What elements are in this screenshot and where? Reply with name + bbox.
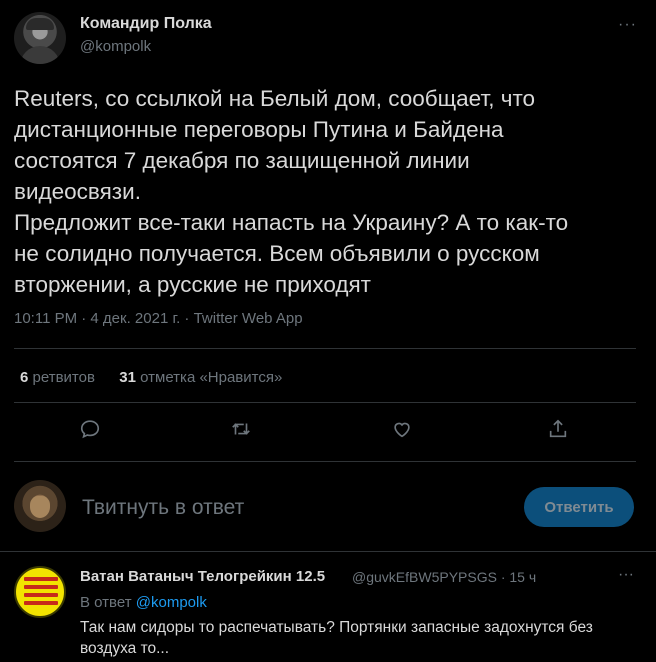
avatar-body-shape	[20, 46, 60, 64]
divider	[14, 348, 636, 349]
author-handle[interactable]: @kompolk	[80, 38, 151, 55]
reply-input[interactable]: Твитнуть в ответ	[82, 496, 244, 520]
avatar-cap-shape	[26, 18, 54, 30]
reply-text: Так нам сидоры то распечатывать? Портянк…	[80, 619, 593, 657]
more-options-icon[interactable]: ···	[618, 16, 637, 34]
tweet-text-line: дистанционные переговоры Путина и Байден…	[14, 117, 504, 142]
reply-author-avatar[interactable]	[14, 566, 66, 618]
more-options-icon[interactable]: ···	[618, 566, 634, 584]
replying-to-link[interactable]: @kompolk	[136, 594, 207, 611]
retweets-label[interactable]: ретвитов	[33, 369, 95, 386]
avatar-logo-lines	[24, 577, 58, 609]
divider	[14, 402, 636, 403]
tweet-text: Reuters, со ссылкой на Белый дом, сообща…	[14, 83, 644, 300]
reply-tweet[interactable]: Ватан Ватаныч Телогрейкин 12.5 @guvkEfBW…	[0, 552, 656, 662]
tweet-text-line: Предложит все-таки напасть на Украину? А…	[14, 210, 569, 235]
divider	[14, 461, 636, 462]
reply-button[interactable]: Ответить	[524, 487, 634, 527]
author-avatar[interactable]	[14, 12, 66, 64]
tweet-text-line: состоятся 7 декабря по защищенной линии	[14, 148, 470, 173]
replying-prefix: В ответ	[80, 594, 132, 611]
reply-author-handle[interactable]: @guvkEfBW5PYPSGS · 15 ч	[352, 569, 536, 585]
tweet-text-line: не солидно получается. Всем объявили о р…	[14, 241, 540, 266]
replying-to: В ответ @kompolk	[80, 594, 207, 611]
tweet-stats: 6 ретвитов 31 отметка «Нравится»	[20, 369, 282, 386]
share-icon[interactable]	[547, 418, 573, 444]
tweet-text-line: вторжении, а русские не приходят	[14, 272, 371, 297]
tweet-actions	[0, 418, 656, 448]
author-name[interactable]: Командир Полка	[80, 15, 212, 33]
like-icon[interactable]	[391, 418, 417, 444]
retweet-icon[interactable]	[230, 418, 256, 444]
tweet-timestamp[interactable]: 10:11 PM · 4 дек. 2021 г. · Twitter Web …	[14, 310, 303, 327]
likes-count[interactable]: 31	[119, 369, 136, 386]
tweet-text-line: Reuters, со ссылкой на Белый дом, сообща…	[14, 86, 536, 111]
likes-label[interactable]: отметка «Нравится»	[140, 369, 282, 386]
reply-icon[interactable]	[79, 418, 105, 444]
avatar-mask-shape	[30, 496, 50, 518]
retweets-count[interactable]: 6	[20, 369, 28, 386]
tweet-text-line: видеосвязи.	[14, 179, 141, 204]
current-user-avatar[interactable]	[14, 480, 66, 532]
reply-author-name[interactable]: Ватан Ватаныч Телогрейкин 12.5	[80, 568, 325, 585]
